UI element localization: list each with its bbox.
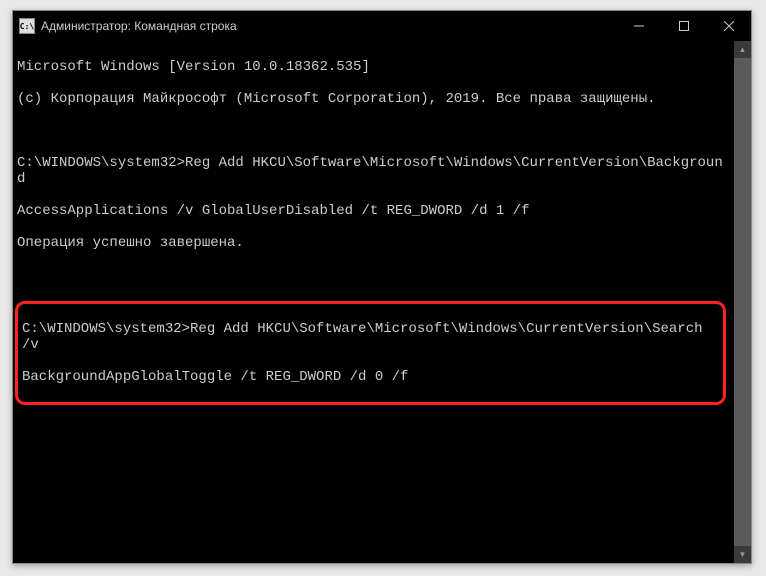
minimize-icon bbox=[634, 21, 644, 31]
vertical-scrollbar[interactable]: ▲ ▼ bbox=[734, 41, 751, 563]
scroll-thumb[interactable] bbox=[734, 58, 751, 546]
output-line: (c) Корпорация Майкрософт (Microsoft Cor… bbox=[17, 91, 730, 107]
window-controls bbox=[616, 11, 751, 41]
close-button[interactable] bbox=[706, 11, 751, 41]
output-line: AccessApplications /v GlobalUserDisabled… bbox=[17, 203, 730, 219]
output-line: C:\WINDOWS\system32>Reg Add HKCU\Softwar… bbox=[22, 321, 719, 353]
scroll-track[interactable] bbox=[734, 58, 751, 546]
terminal-output[interactable]: Microsoft Windows [Version 10.0.18362.53… bbox=[13, 41, 734, 563]
maximize-button[interactable] bbox=[661, 11, 706, 41]
window-title: Администратор: Командная строка bbox=[41, 19, 616, 33]
output-line bbox=[17, 267, 730, 283]
close-icon bbox=[724, 21, 734, 31]
output-line: BackgroundAppGlobalToggle /t REG_DWORD /… bbox=[22, 369, 719, 385]
cmd-icon: C:\ bbox=[19, 18, 35, 34]
output-line bbox=[17, 123, 730, 139]
minimize-button[interactable] bbox=[616, 11, 661, 41]
output-line: Операция успешно завершена. bbox=[17, 235, 730, 251]
maximize-icon bbox=[679, 21, 689, 31]
highlight-annotation: C:\WINDOWS\system32>Reg Add HKCU\Softwar… bbox=[15, 301, 726, 405]
output-line: C:\WINDOWS\system32>Reg Add HKCU\Softwar… bbox=[17, 155, 730, 187]
scroll-up-arrow-icon[interactable]: ▲ bbox=[734, 41, 751, 58]
title-bar[interactable]: C:\ Администратор: Командная строка bbox=[13, 11, 751, 41]
terminal-area: Microsoft Windows [Version 10.0.18362.53… bbox=[13, 41, 751, 563]
command-prompt-window: C:\ Администратор: Командная строка Micr… bbox=[12, 10, 752, 564]
output-line: Microsoft Windows [Version 10.0.18362.53… bbox=[17, 59, 730, 75]
scroll-down-arrow-icon[interactable]: ▼ bbox=[734, 546, 751, 563]
